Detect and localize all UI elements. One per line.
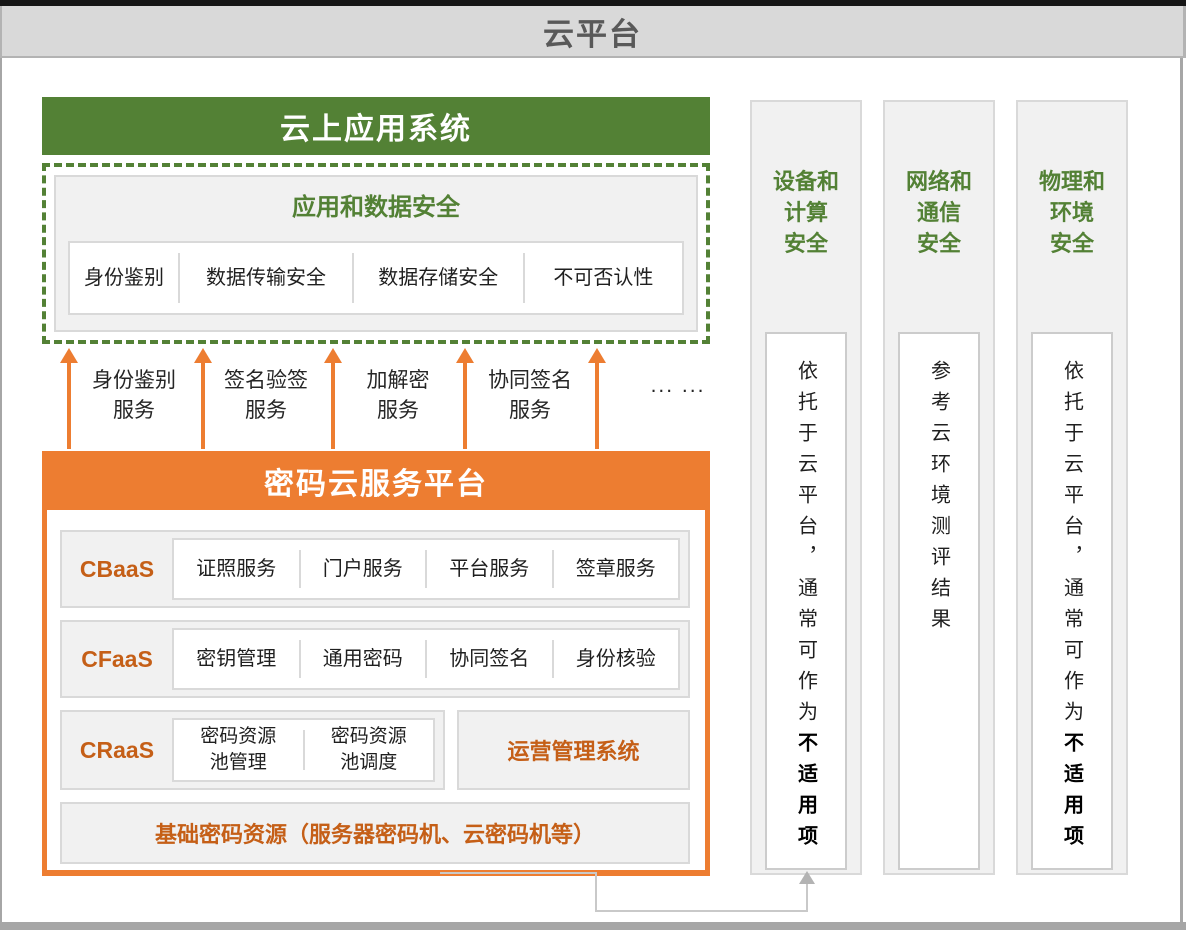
cloud-app-header: 云上应用系统 bbox=[42, 97, 710, 155]
service-label: 身份鉴别 服务 bbox=[68, 366, 200, 426]
cloud-platform-banner: 云平台 bbox=[0, 6, 1186, 58]
craas-item: 密码资源 池管理 bbox=[174, 720, 303, 780]
cbaas-item: 门户服务 bbox=[301, 540, 426, 598]
app-data-security-panel: 应用和数据安全 身份鉴别 数据传输安全 数据存储安全 不可否认性 bbox=[54, 175, 698, 332]
ops-management-box: 运营管理系统 bbox=[457, 710, 690, 790]
side-column-title: 物理和 环境 安全 bbox=[1018, 166, 1126, 259]
ops-management-label: 运营管理系统 bbox=[507, 734, 639, 766]
side-column-title: 网络和 通信 安全 bbox=[885, 166, 993, 259]
page-frame-bottom bbox=[0, 922, 1186, 930]
side-column-note: 依托于云平台，通常可作为不适用项 bbox=[792, 360, 821, 868]
service-label: 签名验签 服务 bbox=[200, 366, 332, 426]
craas-item: 密码资源 池调度 bbox=[305, 720, 434, 780]
crypto-platform-box: CBaaS 证照服务 门户服务 平台服务 签章服务 CFaaS 密钥管理 通用密… bbox=[42, 510, 710, 876]
side-column-device-computing: 设备和 计算 安全 依托于云平台，通常可作为不适用项 bbox=[750, 100, 862, 875]
service-arrows-row: 身份鉴别 服务 签名验签 服务 加解密 服务 协同签名 服务 ... ... bbox=[42, 348, 710, 451]
app-data-security-dashed-box: 应用和数据安全 身份鉴别 数据传输安全 数据存储安全 不可否认性 bbox=[42, 163, 710, 344]
cbaas-item: 证照服务 bbox=[174, 540, 299, 598]
base-crypto-resource-box: 基础密码资源（服务器密码机、云密码机等） bbox=[60, 802, 690, 864]
app-data-security-title: 应用和数据安全 bbox=[56, 187, 696, 222]
side-column-physical-environment: 物理和 环境 安全 依托于云平台，通常可作为不适用项 bbox=[1016, 100, 1128, 875]
row-label-craas: CRaaS bbox=[62, 737, 172, 764]
cloud-app-header-label: 云上应用系统 bbox=[280, 104, 472, 148]
service-more-label: ... ... bbox=[608, 374, 748, 398]
service-row-cbaas: CBaaS 证照服务 门户服务 平台服务 签章服务 bbox=[60, 530, 690, 608]
cbaas-items: 证照服务 门户服务 平台服务 签章服务 bbox=[172, 538, 680, 600]
base-crypto-resource-label: 基础密码资源（服务器密码机、云密码机等） bbox=[155, 817, 595, 849]
cbaas-item: 平台服务 bbox=[427, 540, 552, 598]
connector-segment bbox=[440, 872, 597, 874]
side-column-note: 参考云环境测评结果 bbox=[925, 360, 954, 868]
cfaas-item: 通用密码 bbox=[301, 630, 426, 688]
banner-title: 云平台 bbox=[543, 9, 642, 54]
cfaas-items: 密钥管理 通用密码 协同签名 身份核验 bbox=[172, 628, 680, 690]
app-security-item: 数据存储安全 bbox=[354, 243, 523, 313]
service-row-craas: CRaaS 密码资源 池管理 密码资源 池调度 bbox=[60, 710, 445, 790]
cloud-crypto-architecture-diagram: 云平台 云上应用系统 应用和数据安全 身份鉴别 数据传输安全 数据存储安全 不可… bbox=[0, 0, 1186, 933]
service-label: 协同签名 服务 bbox=[464, 366, 596, 426]
cfaas-item: 协同签名 bbox=[427, 630, 552, 688]
side-column-note-box: 依托于云平台，通常可作为不适用项 bbox=[1031, 332, 1113, 870]
page-frame-left bbox=[0, 58, 2, 930]
connector-arrow-icon bbox=[799, 871, 815, 884]
side-column-note: 依托于云平台，通常可作为不适用项 bbox=[1058, 360, 1087, 868]
row-label-cfaas: CFaaS bbox=[62, 646, 172, 673]
row-label-cbaas: CBaaS bbox=[62, 556, 172, 583]
app-security-item: 身份鉴别 bbox=[70, 243, 178, 313]
service-label: 加解密 服务 bbox=[332, 366, 464, 426]
app-security-items: 身份鉴别 数据传输安全 数据存储安全 不可否认性 bbox=[68, 241, 684, 315]
cbaas-item: 签章服务 bbox=[554, 540, 679, 598]
connector-segment bbox=[595, 872, 597, 912]
connector-segment bbox=[806, 882, 808, 912]
page-frame-right bbox=[1180, 58, 1183, 930]
side-column-title: 设备和 计算 安全 bbox=[752, 166, 860, 259]
connector-segment bbox=[595, 910, 807, 912]
side-column-network-communication: 网络和 通信 安全 参考云环境测评结果 bbox=[883, 100, 995, 875]
service-row-cfaas: CFaaS 密钥管理 通用密码 协同签名 身份核验 bbox=[60, 620, 690, 698]
craas-items: 密码资源 池管理 密码资源 池调度 bbox=[172, 718, 435, 782]
app-security-item: 数据传输安全 bbox=[180, 243, 352, 313]
cfaas-item: 身份核验 bbox=[554, 630, 679, 688]
crypto-platform-header: 密码云服务平台 bbox=[42, 451, 710, 510]
cfaas-item: 密钥管理 bbox=[174, 630, 299, 688]
side-column-note-box: 参考云环境测评结果 bbox=[898, 332, 980, 870]
app-security-item: 不可否认性 bbox=[525, 243, 682, 313]
side-column-note-box: 依托于云平台，通常可作为不适用项 bbox=[765, 332, 847, 870]
crypto-platform-header-label: 密码云服务平台 bbox=[264, 459, 488, 503]
